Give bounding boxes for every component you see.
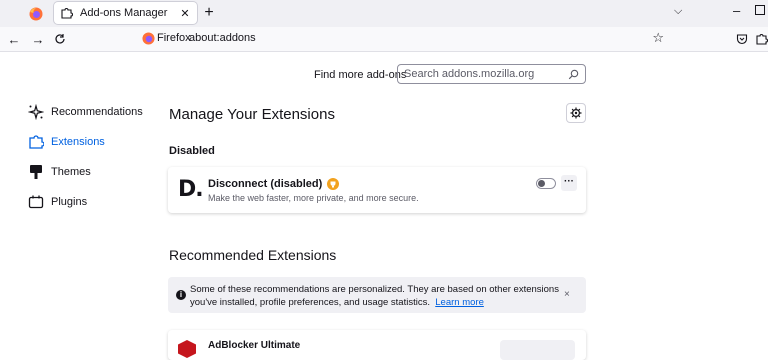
sidebar-item-plugins[interactable]: Plugins	[28, 192, 87, 212]
pocket-icon[interactable]	[734, 31, 750, 47]
maximize-button[interactable]	[755, 5, 765, 15]
recommended-extensions-heading: Recommended Extensions	[169, 247, 337, 263]
sidebar-item-label: Themes	[51, 166, 91, 178]
extensions-icon	[28, 134, 44, 150]
recommended-extension-name: AdBlocker Ultimate	[208, 340, 301, 351]
tab-close-icon[interactable]: ✕	[177, 7, 193, 20]
navigation-toolbar: ← → Firefox about:addons ☆	[0, 27, 768, 52]
firefox-view-button[interactable]	[22, 4, 50, 24]
plugins-icon	[28, 194, 44, 210]
disconnect-logo: D.	[178, 177, 204, 202]
tools-gear-button[interactable]	[566, 103, 586, 123]
identity-label: Firefox	[157, 32, 191, 44]
recommended-extension-logo	[178, 340, 196, 358]
notice-close-icon[interactable]: ×	[564, 289, 570, 300]
url-bar[interactable]: Firefox about:addons ☆	[134, 29, 678, 49]
bookmark-star-icon[interactable]: ☆	[652, 30, 664, 46]
info-icon: i	[176, 290, 186, 300]
extension-enable-toggle[interactable]	[536, 178, 556, 189]
notice-text: Some of these recommendations are person…	[190, 284, 559, 308]
extension-name-row: Disconnect (disabled)	[208, 178, 340, 190]
list-all-tabs-icon[interactable]: ⌵	[674, 5, 682, 18]
notice-text-block: Some of these recommendations are person…	[190, 283, 560, 309]
puzzle-icon	[60, 6, 74, 20]
tab-strip: Add-ons Manager ✕ + ⌵ –	[0, 0, 768, 27]
sidebar-item-extensions[interactable]: Extensions	[28, 132, 105, 152]
section-disabled-heading: Disabled	[169, 145, 215, 157]
extension-card-disconnect[interactable]: D. Disconnect (disabled) Make the web fa…	[168, 167, 586, 213]
back-icon[interactable]: ←	[6, 31, 22, 47]
search-placeholder: Search addons.mozilla.org	[404, 68, 535, 80]
gear-icon	[570, 107, 582, 119]
toggle-knob	[538, 180, 545, 187]
tab-addons-manager[interactable]: Add-ons Manager ✕	[54, 2, 197, 24]
recommended-card[interactable]: AdBlocker Ultimate	[168, 330, 586, 360]
personalized-notice: i Some of these recommendations are pers…	[168, 277, 586, 313]
sidebar-item-label: Extensions	[51, 136, 105, 148]
forward-icon[interactable]: →	[30, 31, 46, 47]
extension-description: Make the web faster, more private, and m…	[208, 193, 419, 203]
firefox-icon	[142, 32, 155, 45]
recommended-badge-icon	[327, 178, 340, 190]
add-to-firefox-button[interactable]	[500, 340, 575, 360]
sidebar-item-recommendations[interactable]: Recommendations	[28, 102, 143, 122]
sidebar-item-label: Recommendations	[51, 106, 143, 118]
tab-title: Add-ons Manager	[80, 7, 168, 19]
reload-icon[interactable]	[52, 31, 68, 47]
sidebar-item-themes[interactable]: Themes	[28, 162, 91, 182]
url-text[interactable]: about:addons	[189, 32, 256, 44]
page-title: Manage Your Extensions	[169, 106, 335, 123]
find-more-label: Find more add-ons	[314, 69, 407, 81]
learn-more-link[interactable]: Learn more	[435, 297, 484, 308]
recommendations-icon	[28, 104, 44, 120]
minimize-button[interactable]: –	[733, 3, 740, 18]
extensions-toolbar-icon[interactable]	[754, 31, 768, 47]
sidebar-item-label: Plugins	[51, 196, 88, 208]
new-tab-button[interactable]: +	[200, 4, 218, 22]
more-options-button[interactable]: ···	[561, 175, 577, 191]
firefox-icon	[29, 7, 43, 21]
themes-icon	[28, 164, 44, 180]
extension-name: Disconnect (disabled)	[208, 178, 323, 190]
search-icon	[568, 67, 579, 85]
addons-search-input[interactable]: Search addons.mozilla.org	[397, 64, 586, 84]
